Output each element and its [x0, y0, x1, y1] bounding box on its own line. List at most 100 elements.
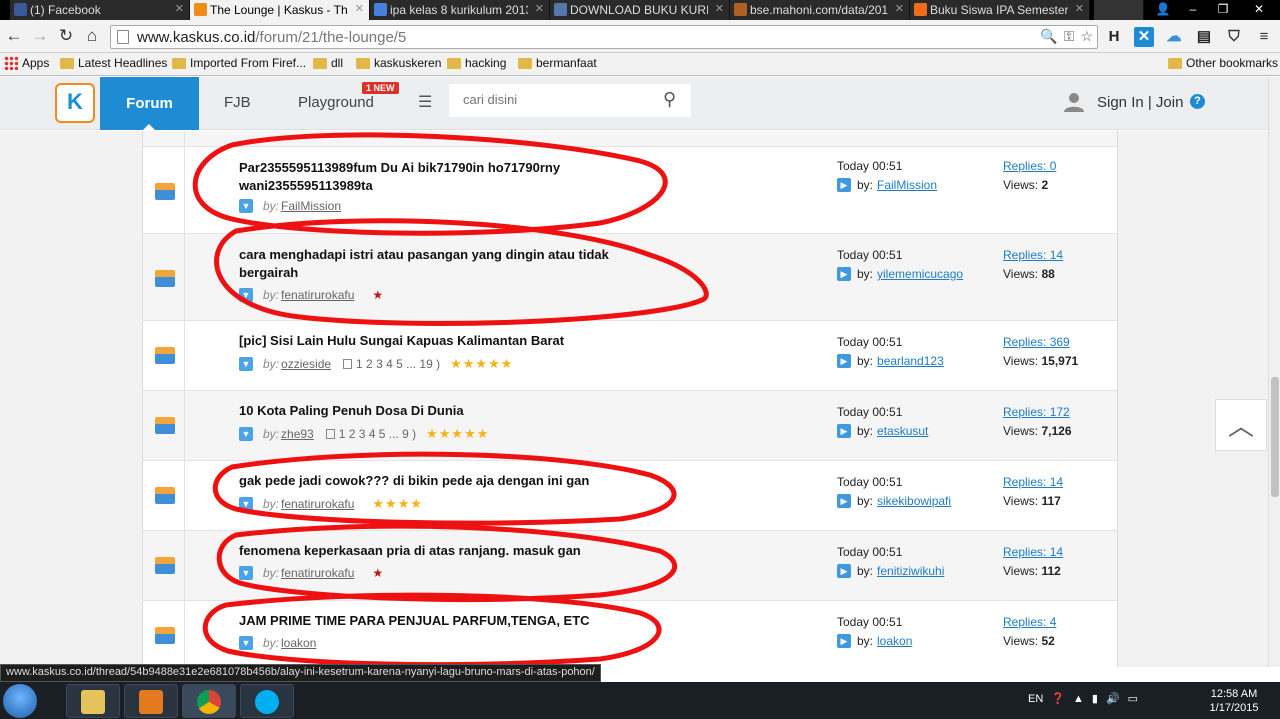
page-links[interactable]: 1 2 3 4 5 ... 9 ) [325, 427, 416, 441]
table-row[interactable]: fenomena keperkasaan pria di atas ranjan… [143, 531, 1117, 601]
bookmark-imported[interactable]: Imported From Firef... [172, 56, 306, 70]
reload-icon[interactable]: ↻ [56, 26, 76, 46]
clock[interactable]: 12:58 AM 1/17/2015 [1206, 687, 1262, 715]
user-icon[interactable]: 👤 [1148, 0, 1178, 18]
back-icon[interactable]: ← [4, 26, 24, 46]
replies-link[interactable]: Replies: 14 [1003, 545, 1063, 559]
taskbar-explorer[interactable] [66, 684, 120, 718]
table-row[interactable]: JAM PRIME TIME PARA PENJUAL PARFUM,TENGA… [143, 601, 1117, 667]
address-bar[interactable]: www.kaskus.co.id/forum/21/the-lounge/5 🔍… [110, 25, 1098, 49]
bookmark-bermanfaat[interactable]: bermanfaat [518, 56, 597, 70]
replies-link[interactable]: Replies: 172 [1003, 405, 1072, 419]
close-icon[interactable]: ✕ [1075, 2, 1084, 15]
list-menu-icon[interactable]: ☰ [418, 92, 436, 112]
chevron-down-icon[interactable]: ▼ [239, 199, 253, 213]
search-icon[interactable]: ⚲ [663, 89, 676, 110]
thread-title[interactable]: JAM PRIME TIME PARA PENJUAL PARFUM,TENGA… [239, 612, 659, 630]
tab-bse-mahoni[interactable]: bse.mahoni.com/data/201 ✕ [730, 0, 910, 20]
kaskus-extension-icon[interactable]: ✕ [1134, 27, 1154, 47]
tab-download-buku[interactable]: DOWNLOAD BUKU KURIK ✕ [550, 0, 730, 20]
last-user-link[interactable]: loakon [877, 634, 912, 648]
author-link[interactable]: fenatirurokafu [281, 288, 354, 302]
last-user-link[interactable]: etaskusut [877, 424, 928, 438]
author-link[interactable]: zhe93 [281, 427, 314, 441]
new-tab-button[interactable] [1094, 0, 1144, 20]
table-row[interactable]: [pic] Sisi Lain Hulu Sungai Kapuas Kalim… [143, 321, 1117, 391]
tab-google[interactable]: ipa kelas 8 kurikulum 2013 ✕ [370, 0, 550, 20]
search-input[interactable] [463, 92, 653, 107]
forward-icon[interactable]: → [30, 26, 50, 46]
last-user-link[interactable]: bearland123 [877, 354, 944, 368]
battery-icon[interactable]: ▭ [1128, 692, 1138, 705]
bookmark-hacking[interactable]: hacking [447, 56, 506, 70]
thread-title[interactable]: [pic] Sisi Lain Hulu Sungai Kapuas Kalim… [239, 332, 659, 350]
key-icon[interactable]: ⚿ [1064, 28, 1075, 45]
taskbar-chrome[interactable] [182, 684, 236, 718]
replies-link[interactable]: Replies: 14 [1003, 475, 1063, 489]
arrow-right-icon[interactable]: ▶ [837, 634, 851, 648]
author-link[interactable]: fenatirurokafu [281, 566, 354, 580]
arrow-right-icon[interactable]: ▶ [837, 267, 851, 281]
arrow-right-icon[interactable]: ▶ [837, 424, 851, 438]
arrow-right-icon[interactable]: ▶ [837, 178, 851, 192]
tab-kaskus[interactable]: The Lounge | Kaskus - The ✕ [190, 0, 370, 20]
minimize-icon[interactable]: ‒ [1178, 0, 1208, 18]
close-icon[interactable]: ✕ [535, 2, 544, 15]
replies-link[interactable]: Replies: 369 [1003, 335, 1078, 349]
bookmark-dll[interactable]: dll [313, 56, 343, 70]
shield-icon[interactable]: ⛉ [1224, 27, 1244, 47]
volume-icon[interactable]: 🔊 [1106, 692, 1120, 705]
star-icon[interactable]: ☆ [1080, 28, 1093, 45]
last-user-link[interactable]: sikekibowipafi [877, 494, 951, 508]
chevron-down-icon[interactable]: ▼ [239, 427, 253, 441]
arrow-right-icon[interactable]: ▶ [837, 354, 851, 368]
page-links[interactable]: 1 2 3 4 5 ... 19 ) [343, 357, 440, 371]
arrow-right-icon[interactable]: ▶ [837, 564, 851, 578]
help-icon[interactable]: ? [1190, 94, 1205, 109]
thread-title[interactable]: gak pede jadi cowok??? di bikin pede aja… [239, 472, 659, 490]
tab-facebook[interactable]: (1) Facebook ✕ [10, 0, 190, 20]
author-link[interactable]: fenatirurokafu [281, 497, 354, 511]
replies-link[interactable]: Replies: 14 [1003, 248, 1063, 262]
language-indicator[interactable]: EN [1028, 693, 1043, 705]
home-icon[interactable]: ⌂ [82, 26, 102, 46]
author-link[interactable]: FailMission [281, 199, 341, 213]
network-icon[interactable]: ▮ [1092, 692, 1098, 705]
replies-link[interactable]: Replies: 0 [1003, 159, 1056, 173]
arrow-right-icon[interactable]: ▶ [837, 494, 851, 508]
cloud-icon[interactable]: ☁ [1164, 27, 1184, 47]
start-button[interactable] [3, 684, 37, 718]
restore-icon[interactable]: ❐ [1208, 0, 1238, 18]
tab-buku-siswa[interactable]: Buku Siswa IPA Semester ✕ [910, 0, 1090, 20]
last-user-link[interactable]: yilememicucago [877, 267, 963, 281]
last-user-link[interactable]: FailMission [877, 178, 937, 192]
thread-title[interactable]: 10 Kota Paling Penuh Dosa Di Dunia [239, 402, 659, 420]
author-link[interactable]: loakon [281, 636, 316, 650]
author-link[interactable]: ozzieside [281, 357, 331, 371]
taskbar-media-player[interactable] [124, 684, 178, 718]
thread-title[interactable]: fenomena keperkasaan pria di atas ranjan… [239, 542, 659, 560]
chevron-down-icon[interactable]: ▼ [239, 357, 253, 371]
taskbar-skype[interactable] [240, 684, 294, 718]
bookmark-latest-headlines[interactable]: Latest Headlines [60, 56, 167, 70]
close-window-icon[interactable]: ✕ [1238, 0, 1280, 18]
back-to-top-button[interactable]: ︿ [1215, 399, 1267, 451]
chevron-down-icon[interactable]: ▼ [239, 566, 253, 580]
scrollbar-thumb[interactable] [1271, 377, 1279, 497]
h-extension-icon[interactable]: H [1104, 27, 1124, 47]
signin-link[interactable]: Sign In | Join [1097, 94, 1183, 111]
thread-title[interactable]: cara menghadapi istri atau pasangan yang… [239, 246, 659, 282]
zoom-icon[interactable]: 🔍 [1040, 28, 1057, 45]
chevron-down-icon[interactable]: ▼ [239, 288, 253, 302]
close-icon[interactable]: ✕ [715, 2, 724, 15]
page-numbers[interactable]: 1 2 3 4 5 ... 9 ) [339, 427, 416, 441]
last-user-link[interactable]: fenitiziwikuhi [877, 564, 944, 578]
nav-fjb[interactable]: FJB [224, 94, 251, 111]
nav-playground[interactable]: Playground [298, 94, 374, 111]
table-row[interactable]: cara menghadapi istri atau pasangan yang… [143, 234, 1117, 321]
chevron-down-icon[interactable]: ▼ [239, 636, 253, 650]
replies-link[interactable]: Replies: 4 [1003, 615, 1056, 629]
bookmark-kaskuskeren[interactable]: kaskuskeren [356, 56, 441, 70]
chevron-up-icon[interactable]: ▲ [1073, 693, 1084, 705]
help-icon[interactable]: ❓ [1051, 692, 1065, 705]
